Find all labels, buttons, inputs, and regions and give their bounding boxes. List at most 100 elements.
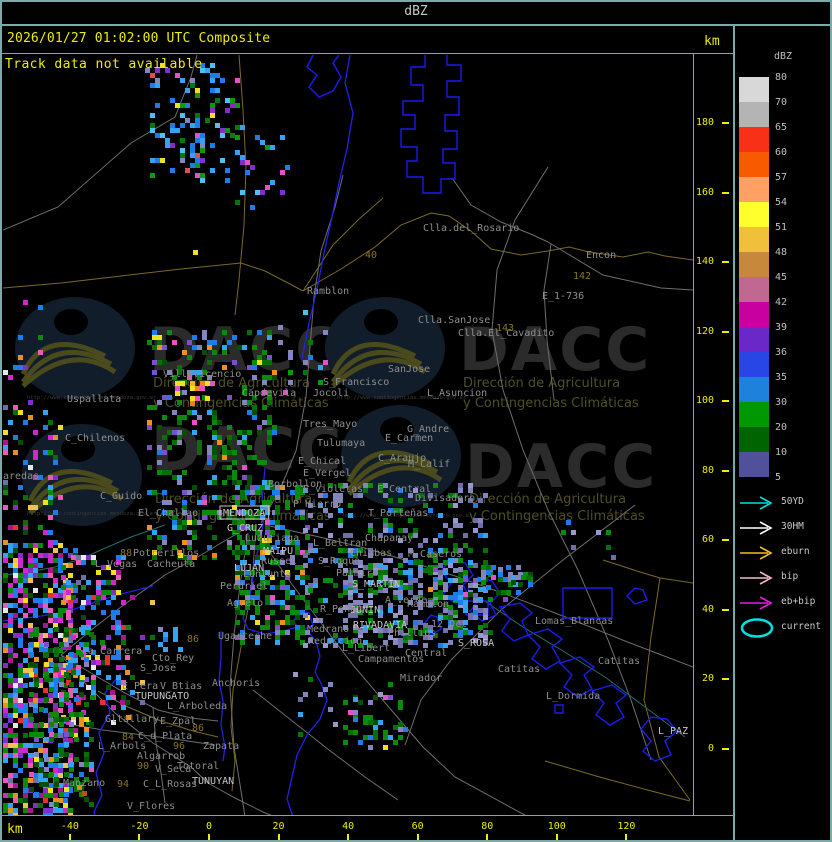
map-label: Jocoli: [313, 388, 349, 399]
colorbar-title: dBZ: [774, 51, 792, 62]
legend-ellipse-icon: [738, 618, 778, 638]
bottom-axis-tick-label: -20: [121, 821, 157, 832]
bottom-axis-tick-label: -40: [52, 821, 88, 832]
bottom-axis-tick-label: 60: [400, 821, 436, 832]
legend-item-eb+bip: eb+bip: [738, 593, 830, 613]
map-label: Catitas: [598, 656, 640, 667]
colorbar-value-label: 51: [775, 223, 787, 233]
colorbar-segment: [739, 302, 769, 327]
bottom-axis-tick: [138, 834, 140, 840]
map-label: La_Carrera: [82, 646, 142, 657]
colorbar-value-label: 20: [775, 423, 787, 433]
map-label: L_Vegas: [95, 559, 137, 570]
colorbar-segment: [739, 102, 769, 127]
map-label: Palmira: [336, 568, 378, 579]
map-label: E_Chical: [298, 456, 346, 467]
map-label: MENDOZA: [223, 508, 265, 519]
titlebar-divider: [0, 24, 832, 26]
map-label: SanJose: [388, 364, 430, 375]
map-label: 94: [117, 779, 129, 790]
map-label: E_1-736: [542, 291, 584, 302]
colorbar-segment: [739, 277, 769, 302]
map-label: Ugarteche: [218, 631, 272, 642]
right-axis-tick: [722, 470, 729, 472]
timestamp-label: 2026/01/27 01:02:00 UTC Composite: [7, 31, 270, 46]
map-label: Luzuriaga: [245, 533, 299, 544]
panel-divider: [733, 24, 735, 840]
colorbar-segment: [739, 352, 769, 377]
map-label: Catitas: [498, 664, 540, 675]
map-label: E_Zpal: [160, 716, 196, 727]
map-frame-top: [0, 53, 734, 54]
right-axis-tick-label: 100: [692, 395, 714, 406]
legend-label: eb+bip: [781, 596, 815, 607]
map-label: S_Jose: [140, 663, 176, 674]
map-label: T_Porteñas: [368, 508, 428, 519]
map-label: 90: [137, 761, 149, 772]
radar-app-window: dBZ 2026/01/27 01:02:00 UTC Composite km…: [0, 0, 832, 842]
map-label: E_violetas: [303, 484, 363, 495]
legend-item-current: current: [738, 618, 830, 638]
right-axis-tick: [722, 539, 729, 541]
right-axis-tick: [722, 678, 729, 680]
colorbar-value-label: 48: [775, 248, 787, 258]
map-label: C_Chilenos: [65, 433, 125, 444]
map-label: L_Libert: [342, 643, 390, 654]
map-label: E_Carmen: [385, 433, 433, 444]
colorbar-value-label: 5: [775, 473, 781, 483]
bottom-axis-tick: [486, 834, 488, 840]
colorbar-value-label: 65: [775, 123, 787, 133]
map-label: Capdevila: [242, 388, 296, 399]
right-axis-tick-label: 20: [692, 673, 714, 684]
map-label: C_L_Rosas: [143, 779, 197, 790]
map-label: aredas: [3, 471, 39, 482]
svg-text:Dirección de Agricultura: Dirección de Agricultura: [469, 492, 626, 507]
bottom-axis-tick-label: 100: [539, 821, 575, 832]
map-label: Gltallary: [105, 714, 159, 725]
map-label: Ramblon: [307, 286, 349, 297]
map-label: Lomas_Blancas: [535, 616, 613, 627]
legend-arrow-icon: [738, 593, 778, 613]
bottom-axis-unit-label: km: [7, 822, 23, 837]
legend-label: 50YD: [781, 496, 804, 507]
colorbar-segment: [739, 77, 769, 102]
map-label: Mirador: [400, 673, 442, 684]
map-label: Phillips: [388, 628, 436, 639]
map-label: Medrano: [307, 624, 349, 635]
map-label: Russel: [261, 556, 297, 567]
map-label: Agrelo: [227, 598, 263, 609]
bottom-axis-tick: [625, 834, 627, 840]
right-axis-tick-label: 60: [692, 534, 714, 545]
map-label: Potrerillos: [133, 548, 199, 559]
border-top: [0, 0, 832, 2]
map-label: Clla.SanJose: [418, 315, 490, 326]
map-label: El_Challao: [138, 508, 198, 519]
map-label: 40: [365, 250, 377, 261]
right-axis-tick-label: 140: [692, 256, 714, 267]
bottom-axis-tick: [69, 834, 71, 840]
map-label: Tres_Mayo: [303, 419, 357, 430]
map-label: Encon: [586, 250, 616, 261]
radar-map-canvas[interactable]: DACCDirección de Agriculturay Contingenc…: [3, 55, 693, 815]
map-label: TUNUYAN: [192, 776, 234, 787]
map-label: R_Peñaf: [320, 604, 362, 615]
colorbar-value-label: 30: [775, 398, 787, 408]
map-label: 86: [187, 634, 199, 645]
colorbar-segment: [739, 452, 769, 477]
svg-text:y Contingencias Climáticas: y Contingencias Climáticas: [469, 509, 645, 524]
map-label: Villavicencio: [163, 369, 241, 380]
map-label: 12_Oct: [431, 619, 467, 630]
map-label: Lunlunta: [243, 569, 291, 580]
legend-arrow-icon: [738, 568, 778, 588]
map-label: Tulumaya: [317, 438, 365, 449]
map-label: L_PAZ: [658, 726, 688, 737]
right-axis-tick-label: 80: [692, 465, 714, 476]
colorbar-segment: [739, 152, 769, 177]
legend-arrow-icon: [738, 518, 778, 538]
map-label: E_Vergel: [303, 468, 351, 479]
map-label: L_Arboleda: [167, 701, 227, 712]
legend-item-bip: bip: [738, 568, 830, 588]
track-status-message: Track data not available: [5, 57, 202, 72]
map-label: Totoral: [177, 761, 219, 772]
map-label: Divisadero: [415, 493, 475, 504]
